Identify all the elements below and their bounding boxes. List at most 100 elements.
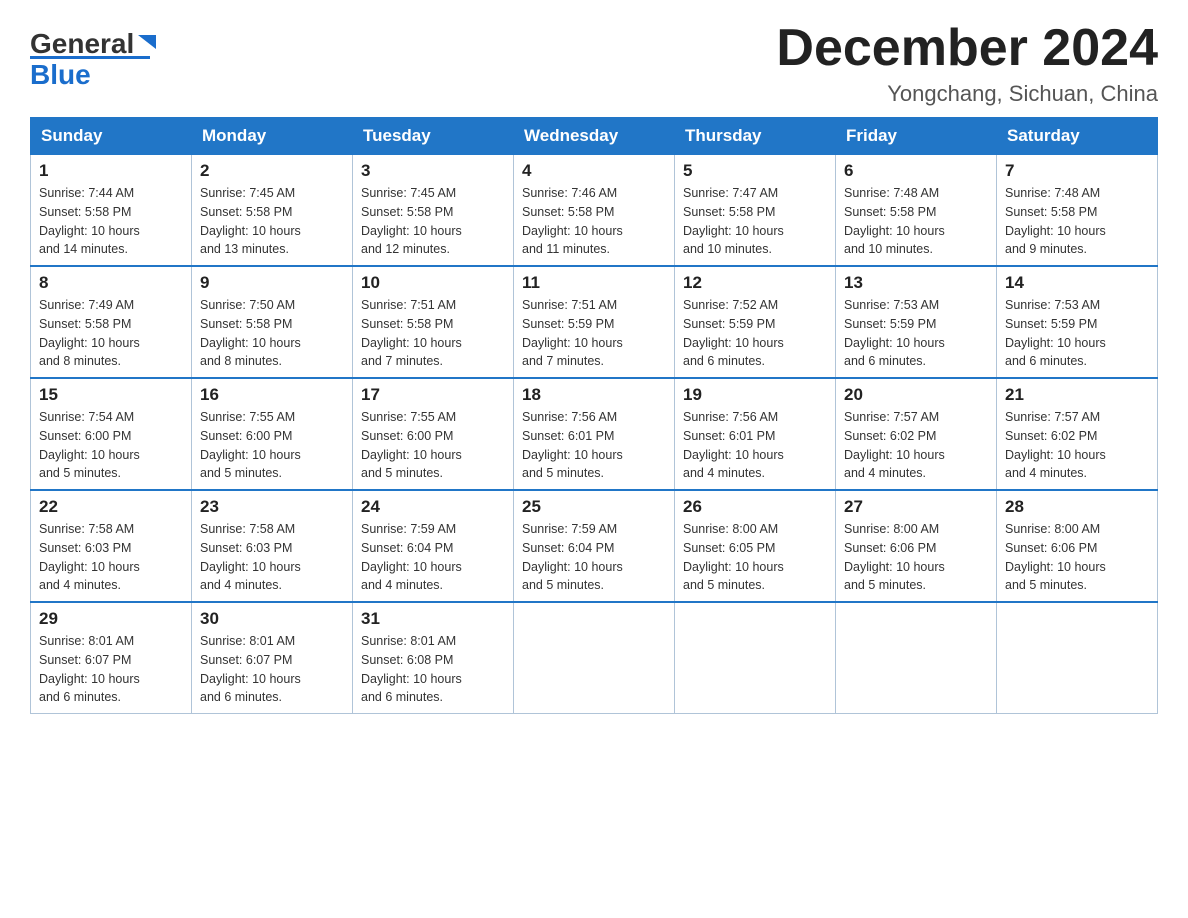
day-number: 20 [844,385,988,405]
table-row [836,602,997,714]
table-row: 23 Sunrise: 7:58 AMSunset: 6:03 PMDaylig… [192,490,353,602]
col-saturday: Saturday [997,118,1158,155]
table-row: 14 Sunrise: 7:53 AMSunset: 5:59 PMDaylig… [997,266,1158,378]
table-row: 5 Sunrise: 7:47 AMSunset: 5:58 PMDayligh… [675,155,836,267]
table-row: 8 Sunrise: 7:49 AMSunset: 5:58 PMDayligh… [31,266,192,378]
day-info: Sunrise: 7:54 AMSunset: 6:00 PMDaylight:… [39,410,140,480]
col-friday: Friday [836,118,997,155]
calendar-week-row: 22 Sunrise: 7:58 AMSunset: 6:03 PMDaylig… [31,490,1158,602]
day-info: Sunrise: 7:57 AMSunset: 6:02 PMDaylight:… [1005,410,1106,480]
day-number: 1 [39,161,183,181]
col-thursday: Thursday [675,118,836,155]
table-row: 9 Sunrise: 7:50 AMSunset: 5:58 PMDayligh… [192,266,353,378]
day-number: 14 [1005,273,1149,293]
calendar-header-row: Sunday Monday Tuesday Wednesday Thursday… [31,118,1158,155]
table-row: 20 Sunrise: 7:57 AMSunset: 6:02 PMDaylig… [836,378,997,490]
day-number: 8 [39,273,183,293]
table-row: 29 Sunrise: 8:01 AMSunset: 6:07 PMDaylig… [31,602,192,714]
table-row [675,602,836,714]
calendar-week-row: 1 Sunrise: 7:44 AMSunset: 5:58 PMDayligh… [31,155,1158,267]
table-row: 15 Sunrise: 7:54 AMSunset: 6:00 PMDaylig… [31,378,192,490]
day-info: Sunrise: 7:47 AMSunset: 5:58 PMDaylight:… [683,186,784,256]
month-title: December 2024 [776,20,1158,77]
table-row: 18 Sunrise: 7:56 AMSunset: 6:01 PMDaylig… [514,378,675,490]
col-tuesday: Tuesday [353,118,514,155]
col-wednesday: Wednesday [514,118,675,155]
day-info: Sunrise: 7:50 AMSunset: 5:58 PMDaylight:… [200,298,301,368]
day-info: Sunrise: 8:00 AMSunset: 6:06 PMDaylight:… [844,522,945,592]
logo-blue-text: Blue [30,61,91,89]
table-row: 3 Sunrise: 7:45 AMSunset: 5:58 PMDayligh… [353,155,514,267]
day-number: 6 [844,161,988,181]
day-number: 31 [361,609,505,629]
day-number: 19 [683,385,827,405]
day-info: Sunrise: 8:01 AMSunset: 6:08 PMDaylight:… [361,634,462,704]
table-row [514,602,675,714]
day-info: Sunrise: 7:53 AMSunset: 5:59 PMDaylight:… [1005,298,1106,368]
day-info: Sunrise: 7:46 AMSunset: 5:58 PMDaylight:… [522,186,623,256]
day-number: 17 [361,385,505,405]
day-info: Sunrise: 7:49 AMSunset: 5:58 PMDaylight:… [39,298,140,368]
calendar-week-row: 15 Sunrise: 7:54 AMSunset: 6:00 PMDaylig… [31,378,1158,490]
day-info: Sunrise: 7:58 AMSunset: 6:03 PMDaylight:… [200,522,301,592]
day-number: 29 [39,609,183,629]
day-info: Sunrise: 8:01 AMSunset: 6:07 PMDaylight:… [39,634,140,704]
day-info: Sunrise: 7:45 AMSunset: 5:58 PMDaylight:… [200,186,301,256]
day-info: Sunrise: 7:48 AMSunset: 5:58 PMDaylight:… [844,186,945,256]
day-number: 22 [39,497,183,517]
page-header: General Blue December 2024 Yongchang, Si… [30,20,1158,107]
calendar-week-row: 8 Sunrise: 7:49 AMSunset: 5:58 PMDayligh… [31,266,1158,378]
day-number: 21 [1005,385,1149,405]
table-row: 11 Sunrise: 7:51 AMSunset: 5:59 PMDaylig… [514,266,675,378]
day-info: Sunrise: 7:44 AMSunset: 5:58 PMDaylight:… [39,186,140,256]
day-number: 24 [361,497,505,517]
day-info: Sunrise: 8:00 AMSunset: 6:05 PMDaylight:… [683,522,784,592]
table-row: 30 Sunrise: 8:01 AMSunset: 6:07 PMDaylig… [192,602,353,714]
day-info: Sunrise: 7:58 AMSunset: 6:03 PMDaylight:… [39,522,140,592]
day-number: 13 [844,273,988,293]
day-info: Sunrise: 7:53 AMSunset: 5:59 PMDaylight:… [844,298,945,368]
day-info: Sunrise: 7:56 AMSunset: 6:01 PMDaylight:… [522,410,623,480]
table-row: 21 Sunrise: 7:57 AMSunset: 6:02 PMDaylig… [997,378,1158,490]
title-area: December 2024 Yongchang, Sichuan, China [776,20,1158,107]
day-number: 27 [844,497,988,517]
col-sunday: Sunday [31,118,192,155]
day-info: Sunrise: 7:45 AMSunset: 5:58 PMDaylight:… [361,186,462,256]
day-info: Sunrise: 7:59 AMSunset: 6:04 PMDaylight:… [522,522,623,592]
logo: General Blue [30,20,158,89]
table-row: 24 Sunrise: 7:59 AMSunset: 6:04 PMDaylig… [353,490,514,602]
table-row: 22 Sunrise: 7:58 AMSunset: 6:03 PMDaylig… [31,490,192,602]
day-info: Sunrise: 7:52 AMSunset: 5:59 PMDaylight:… [683,298,784,368]
day-number: 3 [361,161,505,181]
table-row: 17 Sunrise: 7:55 AMSunset: 6:00 PMDaylig… [353,378,514,490]
day-info: Sunrise: 8:00 AMSunset: 6:06 PMDaylight:… [1005,522,1106,592]
calendar-table: Sunday Monday Tuesday Wednesday Thursday… [30,117,1158,714]
day-info: Sunrise: 8:01 AMSunset: 6:07 PMDaylight:… [200,634,301,704]
day-info: Sunrise: 7:56 AMSunset: 6:01 PMDaylight:… [683,410,784,480]
day-info: Sunrise: 7:55 AMSunset: 6:00 PMDaylight:… [200,410,301,480]
day-number: 10 [361,273,505,293]
table-row: 19 Sunrise: 7:56 AMSunset: 6:01 PMDaylig… [675,378,836,490]
day-number: 28 [1005,497,1149,517]
logo-triangle-icon [136,31,158,53]
day-number: 25 [522,497,666,517]
calendar-week-row: 29 Sunrise: 8:01 AMSunset: 6:07 PMDaylig… [31,602,1158,714]
table-row: 7 Sunrise: 7:48 AMSunset: 5:58 PMDayligh… [997,155,1158,267]
table-row: 27 Sunrise: 8:00 AMSunset: 6:06 PMDaylig… [836,490,997,602]
day-number: 4 [522,161,666,181]
day-info: Sunrise: 7:59 AMSunset: 6:04 PMDaylight:… [361,522,462,592]
day-info: Sunrise: 7:51 AMSunset: 5:59 PMDaylight:… [522,298,623,368]
table-row: 10 Sunrise: 7:51 AMSunset: 5:58 PMDaylig… [353,266,514,378]
day-info: Sunrise: 7:48 AMSunset: 5:58 PMDaylight:… [1005,186,1106,256]
day-number: 7 [1005,161,1149,181]
table-row: 12 Sunrise: 7:52 AMSunset: 5:59 PMDaylig… [675,266,836,378]
table-row: 31 Sunrise: 8:01 AMSunset: 6:08 PMDaylig… [353,602,514,714]
day-number: 11 [522,273,666,293]
table-row: 6 Sunrise: 7:48 AMSunset: 5:58 PMDayligh… [836,155,997,267]
day-number: 26 [683,497,827,517]
table-row [997,602,1158,714]
table-row: 2 Sunrise: 7:45 AMSunset: 5:58 PMDayligh… [192,155,353,267]
table-row: 28 Sunrise: 8:00 AMSunset: 6:06 PMDaylig… [997,490,1158,602]
table-row: 13 Sunrise: 7:53 AMSunset: 5:59 PMDaylig… [836,266,997,378]
day-number: 9 [200,273,344,293]
